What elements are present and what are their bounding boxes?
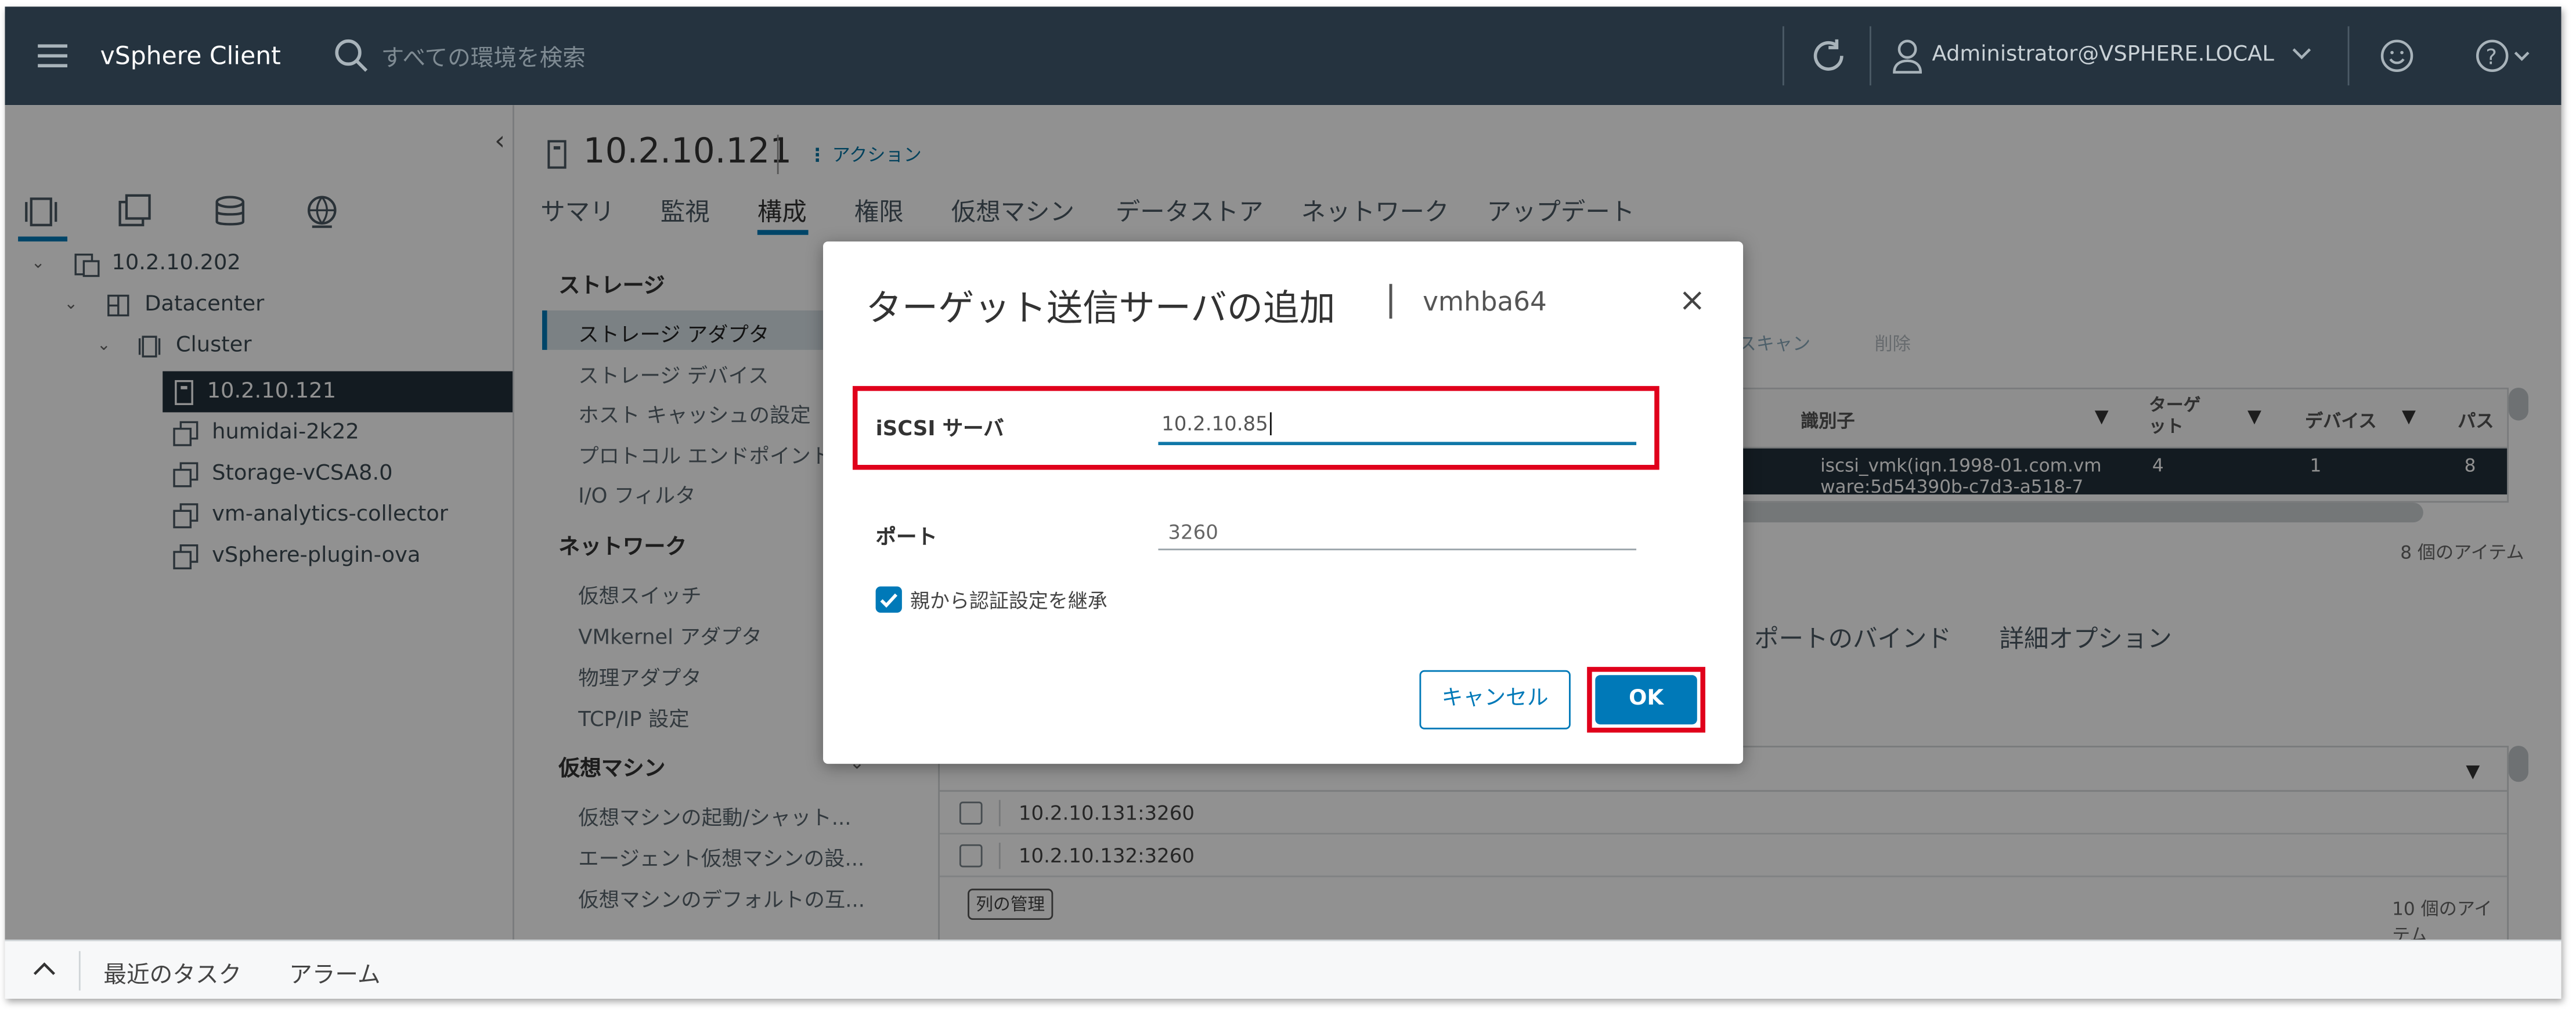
app-window: vSphere Client すべての環境を検索 Administrator@V… bbox=[5, 6, 2561, 999]
port-label: ポート bbox=[875, 523, 937, 549]
smiley-icon[interactable] bbox=[2379, 38, 2415, 74]
refresh-icon[interactable] bbox=[1809, 36, 1848, 75]
inherit-label: 親から認証設定を継承 bbox=[910, 590, 1107, 613]
add-target-server-dialog: ターゲット送信サーバの追加 | vmhba64 iSCSI サーバ 10.2.1… bbox=[823, 241, 1744, 764]
iscsi-server-input[interactable]: 10.2.10.85 bbox=[1161, 412, 1272, 436]
menu-icon[interactable] bbox=[38, 43, 68, 69]
recent-tasks-tab[interactable]: 最近のタスク bbox=[103, 958, 241, 991]
header-bar: vSphere Client すべての環境を検索 Administrator@V… bbox=[5, 6, 2561, 106]
iscsi-server-label: iSCSI サーバ bbox=[875, 416, 1004, 440]
title-separator: | bbox=[1385, 279, 1397, 319]
port-input[interactable]: 3260 bbox=[1168, 521, 1218, 544]
divider bbox=[2347, 26, 2350, 86]
text-cursor bbox=[1269, 412, 1272, 436]
user-icon bbox=[1891, 38, 1924, 74]
inherit-checkbox[interactable] bbox=[875, 586, 902, 613]
ok-button[interactable]: OK bbox=[1595, 675, 1697, 725]
close-icon[interactable] bbox=[1680, 289, 1704, 312]
input-underline bbox=[1158, 548, 1637, 551]
alarms-tab[interactable]: アラーム bbox=[289, 958, 380, 991]
dialog-title: ターゲット送信サーバの追加 bbox=[865, 289, 1336, 330]
brand-name[interactable]: vSphere Client bbox=[100, 41, 281, 71]
user-menu[interactable]: Administrator@VSPHERE.LOCAL bbox=[1932, 43, 2274, 67]
divider bbox=[78, 951, 81, 991]
dialog-subtitle: vmhba64 bbox=[1423, 286, 1547, 317]
cancel-button[interactable]: キャンセル bbox=[1419, 670, 1571, 730]
search-input[interactable]: すべての環境を検索 bbox=[381, 41, 586, 74]
divider bbox=[1869, 26, 1871, 86]
bottom-bar: 最近のタスク アラーム bbox=[5, 939, 2561, 999]
search-icon bbox=[334, 38, 370, 74]
help-icon[interactable]: ? bbox=[2474, 38, 2540, 74]
svg-text:?: ? bbox=[2485, 44, 2497, 69]
check-icon bbox=[880, 593, 898, 608]
chevron-down-icon[interactable] bbox=[2292, 48, 2311, 61]
divider bbox=[1782, 26, 1784, 86]
chevron-up-icon[interactable] bbox=[33, 961, 56, 977]
input-underline bbox=[1158, 442, 1637, 446]
